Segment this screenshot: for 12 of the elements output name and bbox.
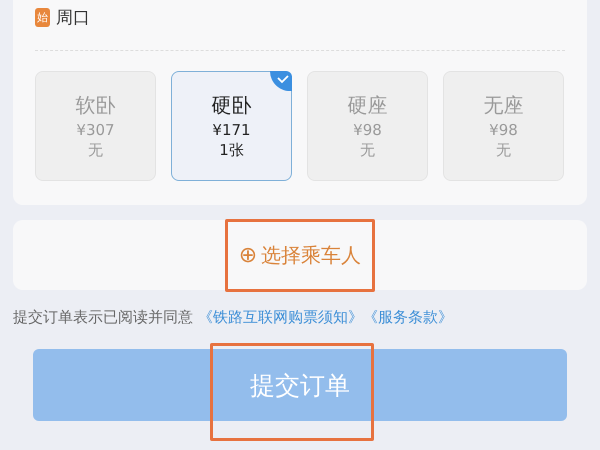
station-name: 周口 bbox=[56, 6, 90, 28]
agreement-text: 提交订单表示已阅读并同意 《铁路互联网购票须知》《服务条款》 bbox=[13, 308, 454, 327]
seat-option[interactable]: 硬座 ¥98 无 bbox=[307, 71, 428, 181]
origin-badge: 始 bbox=[35, 8, 50, 26]
check-icon bbox=[270, 71, 292, 91]
seat-option[interactable]: 硬卧 ¥171 1张 bbox=[171, 71, 292, 181]
agreement-link[interactable]: 《服务条款》 bbox=[362, 308, 453, 326]
agreement-link[interactable]: 《铁路互联网购票须知》 bbox=[198, 308, 363, 326]
select-passenger-button[interactable]: ⊕ 选择乘车人 bbox=[232, 240, 368, 270]
submit-order-button[interactable]: 提交订单 bbox=[33, 349, 567, 421]
seat-option[interactable]: 软卧 ¥307 无 bbox=[35, 71, 156, 181]
seat-option[interactable]: 无座 ¥98 无 bbox=[443, 71, 564, 181]
